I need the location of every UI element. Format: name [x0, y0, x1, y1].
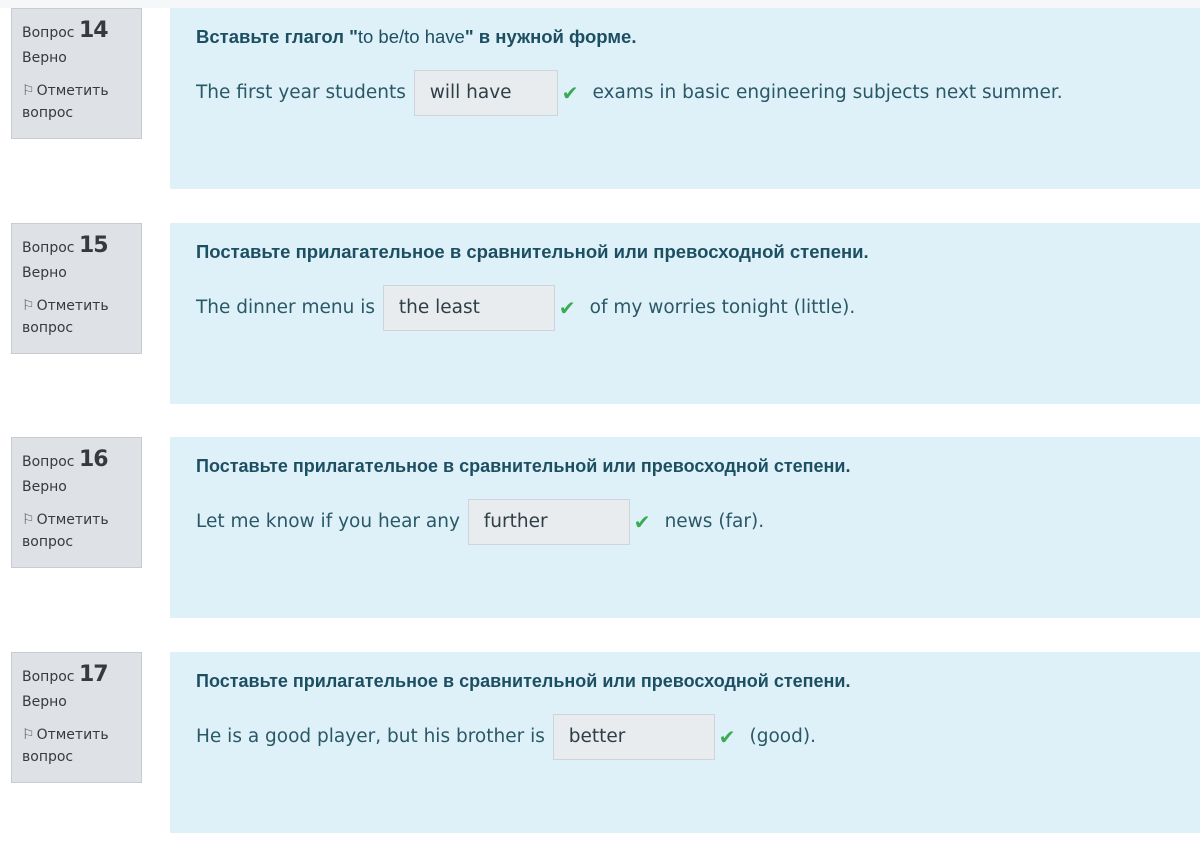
- question-info: Вопрос 17 Верно ⚐ Отметить вопрос: [11, 652, 142, 783]
- flag-label-2: вопрос: [22, 105, 74, 121]
- question-content: Вставьте глагол "to be/to have" в нужной…: [170, 8, 1200, 189]
- question-sentence: The first year students will have ✔ exams …: [196, 70, 1200, 116]
- answer-field[interactable]: further: [467, 499, 630, 545]
- question-number: Вопрос 15: [22, 234, 131, 260]
- flag-icon: ⚐: [22, 298, 35, 314]
- correct-check-icon: ✔: [561, 81, 579, 105]
- question-number: Вопрос 14: [22, 19, 131, 45]
- question-sentence: He is a good player, but his brother is …: [196, 714, 1200, 760]
- sentence-before: The first year students: [196, 82, 406, 103]
- question-15: Вопрос 15 Верно ⚐ Отметить вопрос Поставь…: [0, 223, 1200, 405]
- question-content: Поставьте прилагательное в сравнительной…: [170, 652, 1200, 833]
- sentence-before: He is a good player, but his brother is: [196, 726, 545, 747]
- question-number: Вопрос 16: [22, 448, 131, 474]
- question-16: Вопрос 16 Верно ⚐ Отметить вопрос Поставь…: [0, 437, 1200, 619]
- instruction-part: Вставьте глагол ": [196, 26, 358, 47]
- sentence-after: news (far).: [664, 511, 765, 532]
- question-instruction: Вставьте глагол "to be/to have" в нужной…: [196, 24, 1200, 50]
- top-edge: [0, 0, 1200, 8]
- question-sentence: Let me know if you hear any further ✔ news…: [196, 499, 1200, 545]
- flag-question-link[interactable]: ⚐ Отметить вопрос: [22, 295, 131, 339]
- sentence-after: of my worries tonight (little).: [589, 297, 856, 318]
- question-number-value: 16: [78, 447, 109, 472]
- question-number-value: 14: [78, 18, 109, 43]
- flag-label-1: Отметить: [36, 727, 109, 743]
- answer-field[interactable]: better: [552, 714, 715, 760]
- question-label: Вопрос: [22, 25, 75, 41]
- question-label: Вопрос: [22, 454, 75, 470]
- question-info: Вопрос 16 Верно ⚐ Отметить вопрос: [11, 437, 142, 568]
- question-17: Вопрос 17 Верно ⚐ Отметить вопрос Поставь…: [0, 652, 1200, 834]
- question-instruction: Поставьте прилагательное в сравнительной…: [196, 456, 851, 476]
- question-content: Поставьте прилагательное в сравнительной…: [170, 437, 1200, 618]
- question-state: Верно: [22, 694, 67, 710]
- instruction-part: " в нужной форме.: [464, 26, 637, 47]
- question-label: Вопрос: [22, 669, 75, 685]
- question-info: Вопрос 15 Верно ⚐ Отметить вопрос: [11, 223, 142, 354]
- answer-field[interactable]: will have: [413, 70, 558, 116]
- flag-label-2: вопрос: [22, 320, 74, 336]
- flag-question-link[interactable]: ⚐ Отметить вопрос: [22, 80, 131, 124]
- answer-field[interactable]: the least: [382, 285, 555, 331]
- question-14: Вопрос 14 Верно ⚐ Отметить вопрос Вставьт…: [0, 8, 1200, 190]
- sentence-before: Let me know if you hear any: [196, 511, 460, 532]
- question-instruction: Поставьте прилагательное в сравнительной…: [196, 241, 869, 262]
- flag-question-link[interactable]: ⚐ Отметить вопрос: [22, 724, 131, 768]
- flag-label-2: вопрос: [22, 749, 74, 765]
- flag-label-1: Отметить: [36, 298, 109, 314]
- sentence-after: exams in basic engineering subjects next…: [592, 82, 1063, 103]
- instruction-emphasis: to be/to have: [357, 26, 465, 47]
- flag-icon: ⚐: [22, 83, 35, 99]
- flag-icon: ⚐: [22, 727, 35, 743]
- question-number: Вопрос 17: [22, 663, 131, 689]
- question-label: Вопрос: [22, 240, 75, 256]
- correct-check-icon: ✔: [558, 296, 576, 320]
- flag-question-link[interactable]: ⚐ Отметить вопрос: [22, 509, 131, 553]
- sentence-after: (good).: [749, 726, 816, 747]
- flag-label-1: Отметить: [36, 512, 109, 528]
- correct-check-icon: ✔: [633, 510, 651, 534]
- flag-icon: ⚐: [22, 512, 35, 528]
- question-sentence: The dinner menu is the least ✔ of my worri…: [196, 285, 1200, 331]
- sentence-before: The dinner menu is: [196, 297, 376, 318]
- question-state: Верно: [22, 50, 67, 66]
- question-number-value: 15: [78, 233, 109, 258]
- flag-label-2: вопрос: [22, 534, 74, 550]
- question-info: Вопрос 14 Верно ⚐ Отметить вопрос: [11, 8, 142, 139]
- question-instruction: Поставьте прилагательное в сравнительной…: [196, 671, 851, 691]
- flag-label-1: Отметить: [36, 83, 109, 99]
- correct-check-icon: ✔: [718, 725, 736, 749]
- question-number-value: 17: [78, 662, 109, 687]
- question-state: Верно: [22, 479, 67, 495]
- question-content: Поставьте прилагательное в сравнительной…: [170, 223, 1200, 404]
- question-state: Верно: [22, 265, 67, 281]
